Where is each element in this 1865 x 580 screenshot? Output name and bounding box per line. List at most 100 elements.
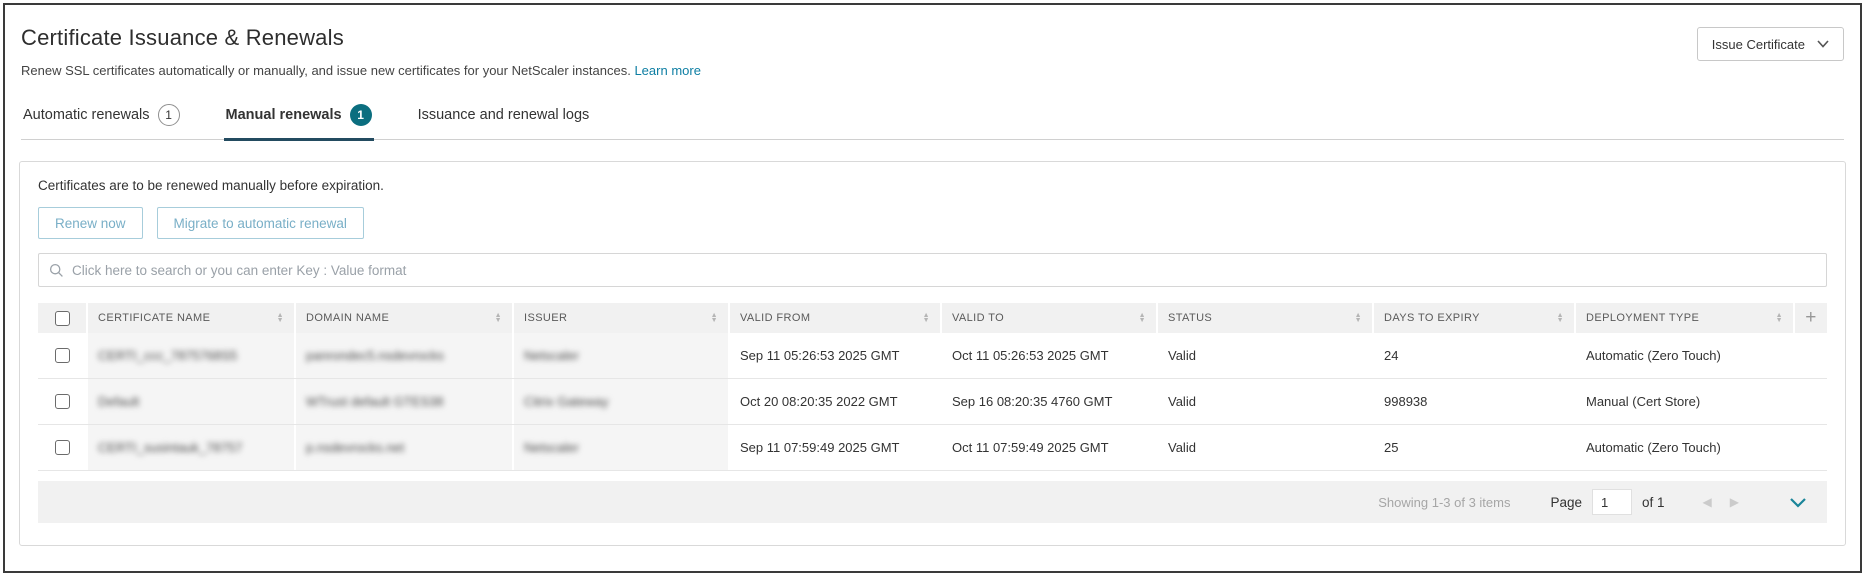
- tab-manual-renewals[interactable]: Manual renewals 1: [224, 98, 374, 139]
- certificate-name-cell: CERTI_susintauk_78757: [88, 425, 294, 470]
- status-cell: Valid: [1158, 425, 1372, 470]
- chevron-down-icon: [1817, 40, 1829, 48]
- days-to-expiry-cell: 24: [1374, 333, 1574, 378]
- search-icon: [49, 263, 64, 278]
- deployment-type-cell: Automatic (Zero Touch): [1576, 333, 1793, 378]
- deployment-type-cell: Automatic (Zero Touch): [1576, 425, 1793, 470]
- pagination-arrows: ◀ ▶: [1703, 495, 1739, 509]
- column-header-valid-from[interactable]: VALID FROM ▲▼: [730, 303, 940, 333]
- renew-now-button[interactable]: Renew now: [38, 207, 143, 239]
- row-select-cell: [38, 333, 86, 378]
- domain-name-cell: p.nsdevrocks.net: [296, 425, 512, 470]
- page-subtitle: Renew SSL certificates automatically or …: [21, 63, 1844, 78]
- certificate-name-cell: CERTI_ccc_7875768S5: [88, 333, 294, 378]
- search-input[interactable]: [72, 263, 1816, 278]
- learn-more-link[interactable]: Learn more: [634, 63, 700, 78]
- tab-issuance-renewal-logs[interactable]: Issuance and renewal logs: [416, 98, 592, 139]
- page-title: Certificate Issuance & Renewals: [21, 25, 1844, 51]
- valid-to-cell: Oct 11 07:59:49 2025 GMT: [942, 425, 1156, 470]
- table-row[interactable]: CERTI_susintauk_78757 p.nsdevrocks.net N…: [38, 425, 1827, 471]
- sort-icon[interactable]: ▲▼: [1139, 313, 1146, 323]
- days-to-expiry-cell: 25: [1374, 425, 1574, 470]
- row-checkbox[interactable]: [55, 394, 70, 409]
- tab-bar: Automatic renewals 1 Manual renewals 1 I…: [21, 98, 1844, 140]
- tab-label: Manual renewals: [226, 107, 342, 123]
- row-checkbox[interactable]: [55, 348, 70, 363]
- column-label: DAYS TO EXPIRY: [1384, 312, 1480, 324]
- sort-icon[interactable]: ▲▼: [277, 313, 284, 323]
- deployment-type-cell: Manual (Cert Store): [1576, 379, 1793, 424]
- manual-renewals-panel: Certificates are to be renewed manually …: [19, 161, 1846, 546]
- column-header-valid-to[interactable]: VALID TO ▲▼: [942, 303, 1156, 333]
- issuer-cell: Netscaler: [514, 425, 728, 470]
- tab-label: Issuance and renewal logs: [418, 107, 590, 123]
- column-header-status[interactable]: STATUS ▲▼: [1158, 303, 1372, 333]
- column-header-certificate-name[interactable]: CERTIFICATE NAME ▲▼: [88, 303, 294, 333]
- count-badge: 1: [158, 104, 180, 126]
- previous-page-icon[interactable]: ◀: [1703, 495, 1712, 509]
- table-row[interactable]: Default WTrust default GTES38 Citrix Gat…: [38, 379, 1827, 425]
- sort-icon[interactable]: ▲▼: [495, 313, 502, 323]
- showing-items-text: Showing 1-3 of 3 items: [1378, 495, 1510, 510]
- count-badge: 1: [350, 104, 372, 126]
- column-label: STATUS: [1168, 312, 1212, 324]
- table-body: CERTI_ccc_7875768S5 panrondec5.nsdevrock…: [38, 333, 1827, 471]
- search-bar[interactable]: [38, 253, 1827, 287]
- days-to-expiry-cell: 998938: [1374, 379, 1574, 424]
- sort-icon[interactable]: ▲▼: [1776, 313, 1783, 323]
- table-row[interactable]: CERTI_ccc_7875768S5 panrondec5.nsdevrock…: [38, 333, 1827, 379]
- valid-from-cell: Sep 11 05:26:53 2025 GMT: [730, 333, 940, 378]
- domain-name-cell: panrondec5.nsdevrocks: [296, 333, 512, 378]
- domain-name-cell: WTrust default GTES38: [296, 379, 512, 424]
- column-header-days-to-expiry[interactable]: DAYS TO EXPIRY ▲▼: [1374, 303, 1574, 333]
- issue-certificate-label: Issue Certificate: [1712, 37, 1805, 52]
- add-column-cell: +: [1795, 303, 1827, 333]
- column-label: VALID FROM: [740, 312, 810, 324]
- status-cell: Valid: [1158, 333, 1372, 378]
- tab-automatic-renewals[interactable]: Automatic renewals 1: [21, 98, 182, 139]
- row-select-cell: [38, 425, 86, 470]
- row-checkbox[interactable]: [55, 440, 70, 455]
- select-all-checkbox[interactable]: [55, 311, 70, 326]
- page-of-label: of 1: [1642, 495, 1665, 510]
- valid-to-cell: Sep 16 08:20:35 4760 GMT: [942, 379, 1156, 424]
- valid-from-cell: Oct 20 08:20:35 2022 GMT: [730, 379, 940, 424]
- page-label: Page: [1550, 495, 1582, 510]
- page-controls: Page of 1: [1550, 489, 1664, 515]
- column-header-domain-name[interactable]: DOMAIN NAME ▲▼: [296, 303, 512, 333]
- status-cell: Valid: [1158, 379, 1372, 424]
- column-header-deployment-type[interactable]: DEPLOYMENT TYPE ▲▼: [1576, 303, 1793, 333]
- table-header: CERTIFICATE NAME ▲▼ DOMAIN NAME ▲▼ ISSUE…: [38, 303, 1827, 333]
- issuer-cell: Netscaler: [514, 333, 728, 378]
- sort-icon[interactable]: ▲▼: [711, 313, 718, 323]
- app-window: Certificate Issuance & Renewals Renew SS…: [3, 3, 1862, 573]
- certificate-name-cell: Default: [88, 379, 294, 424]
- collapse-table-chevron-icon[interactable]: [1789, 497, 1807, 508]
- tab-label: Automatic renewals: [23, 107, 150, 123]
- valid-to-cell: Oct 11 05:26:53 2025 GMT: [942, 333, 1156, 378]
- valid-from-cell: Sep 11 07:59:49 2025 GMT: [730, 425, 940, 470]
- row-spacer-cell: [1795, 425, 1827, 470]
- panel-info-text: Certificates are to be renewed manually …: [38, 178, 1827, 193]
- row-select-cell: [38, 379, 86, 424]
- next-page-icon[interactable]: ▶: [1730, 495, 1739, 509]
- row-spacer-cell: [1795, 333, 1827, 378]
- column-label: DOMAIN NAME: [306, 312, 389, 324]
- column-header-issuer[interactable]: ISSUER ▲▼: [514, 303, 728, 333]
- column-label: VALID TO: [952, 312, 1004, 324]
- page-subtitle-text: Renew SSL certificates automatically or …: [21, 63, 631, 78]
- sort-icon[interactable]: ▲▼: [1355, 313, 1362, 323]
- column-label: ISSUER: [524, 312, 567, 324]
- column-label: CERTIFICATE NAME: [98, 312, 210, 324]
- add-column-icon[interactable]: +: [1805, 307, 1817, 329]
- column-label: DEPLOYMENT TYPE: [1586, 312, 1699, 324]
- page-number-input[interactable]: [1592, 489, 1632, 515]
- migrate-to-automatic-renewal-button[interactable]: Migrate to automatic renewal: [157, 207, 364, 239]
- action-row: Renew now Migrate to automatic renewal: [38, 207, 1827, 239]
- select-all-cell: [38, 303, 86, 333]
- sort-icon[interactable]: ▲▼: [923, 313, 930, 323]
- row-spacer-cell: [1795, 379, 1827, 424]
- issue-certificate-button[interactable]: Issue Certificate: [1697, 27, 1844, 61]
- page-header: Certificate Issuance & Renewals Renew SS…: [5, 5, 1860, 78]
- sort-icon[interactable]: ▲▼: [1557, 313, 1564, 323]
